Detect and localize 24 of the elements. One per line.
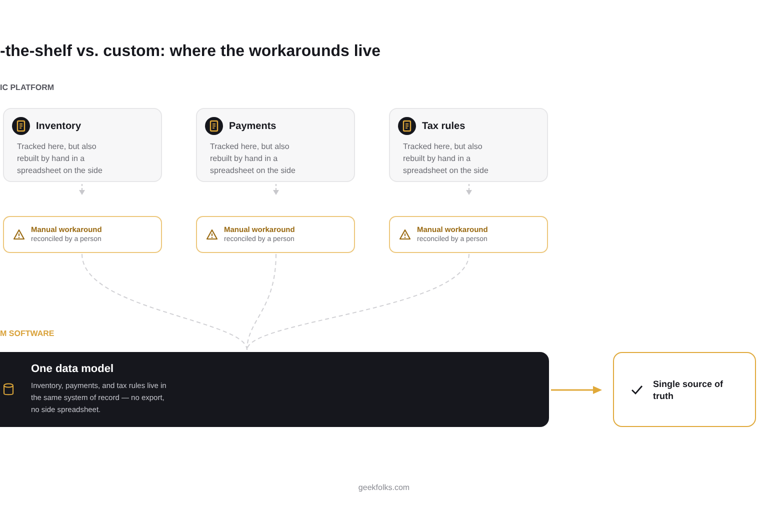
card-title: Inventory xyxy=(36,120,82,132)
connector-arrow xyxy=(466,184,472,195)
connector-arrow xyxy=(273,184,279,195)
warning-icon xyxy=(399,229,411,240)
warning-icon xyxy=(13,229,25,240)
section-label: IC PLATFORM xyxy=(0,83,56,93)
warning-icon xyxy=(206,229,218,240)
panel-title: One data model xyxy=(31,363,115,375)
document-icon xyxy=(12,117,30,135)
arrow xyxy=(551,384,603,394)
card-title: Payments xyxy=(229,120,276,132)
footer-text: geekfolks.com xyxy=(357,482,411,494)
card-description: Tracked here, but also rebuilt by hand in a spreadsheet on the side xyxy=(17,141,104,177)
outcome-text: Single source of truth xyxy=(653,378,723,402)
document-icon xyxy=(205,117,223,135)
section-label: M SOFTWARE xyxy=(0,329,56,339)
card-description: Tracked here, but also rebuilt by hand in a spreadsheet on the side xyxy=(210,141,296,177)
card-title: Tax rules xyxy=(422,120,466,132)
checkmark-icon xyxy=(631,384,643,394)
card-description: Tracked here, but also rebuilt by hand in a spreadsheet on the side xyxy=(403,141,490,177)
database-icon xyxy=(3,383,14,396)
connector-arrow xyxy=(79,184,85,195)
diagram-title: -the-shelf vs. custom: where the workarounds live xyxy=(0,42,382,62)
document-icon xyxy=(398,117,416,135)
